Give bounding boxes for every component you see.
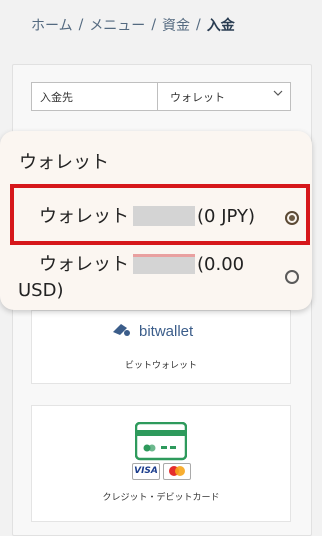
wallet-option-jpy[interactable]: ウォレット (0 JPY)	[39, 206, 255, 228]
breadcrumb-separator: /	[151, 17, 157, 33]
bitwallet-logo-text: bitwallet	[139, 322, 194, 340]
wallet-option-balance: (0 JPY)	[197, 206, 255, 227]
breadcrumb-menu[interactable]: メニュー	[89, 15, 145, 35]
deposit-target-value[interactable]: ウォレット	[158, 83, 290, 110]
wallet-option-label: ウォレット	[39, 254, 129, 275]
breadcrumb-current: 入金	[206, 18, 235, 34]
method-card-bitwallet[interactable]: bitwallet ビットウォレット	[31, 310, 291, 384]
sheet-title: ウォレット	[19, 152, 109, 173]
wallet-option-balance: (0.00	[197, 254, 245, 275]
bitwallet-logo: bitwallet	[111, 320, 193, 342]
radio-unselected-icon[interactable]	[285, 270, 299, 284]
deposit-target-select[interactable]: 入金先 ウォレット	[31, 82, 291, 111]
method-card-credit-debit[interactable]: VISA クレジット・デビットカード	[31, 405, 291, 522]
redacted-id	[133, 254, 195, 274]
redacted-id	[133, 206, 195, 226]
chevron-down-icon	[273, 88, 283, 101]
breadcrumb-separator: /	[78, 17, 84, 33]
radio-selected-icon[interactable]	[285, 211, 299, 225]
wallet-option-label: ウォレット	[39, 206, 129, 227]
visa-icon: VISA	[132, 463, 160, 480]
breadcrumb-separator: /	[196, 17, 201, 33]
breadcrumb-funds[interactable]: 資金	[162, 15, 190, 35]
method-caption: クレジット・デビットカード	[102, 493, 220, 503]
wallet-option-usd[interactable]: ウォレット (0.00	[39, 254, 244, 276]
bitwallet-logo-icon	[111, 320, 133, 342]
deposit-target-label: 入金先	[32, 83, 158, 110]
breadcrumb: ホーム / メニュー / 資金 / 入金	[31, 14, 235, 36]
mastercard-icon	[163, 463, 191, 480]
method-caption: ビットウォレット	[124, 361, 197, 371]
wallet-option-usd-currency[interactable]: USD)	[18, 280, 63, 302]
deposit-target-selected: ウォレット	[170, 91, 225, 104]
credit-card-icon	[134, 421, 188, 462]
breadcrumb-home[interactable]: ホーム	[31, 15, 73, 35]
